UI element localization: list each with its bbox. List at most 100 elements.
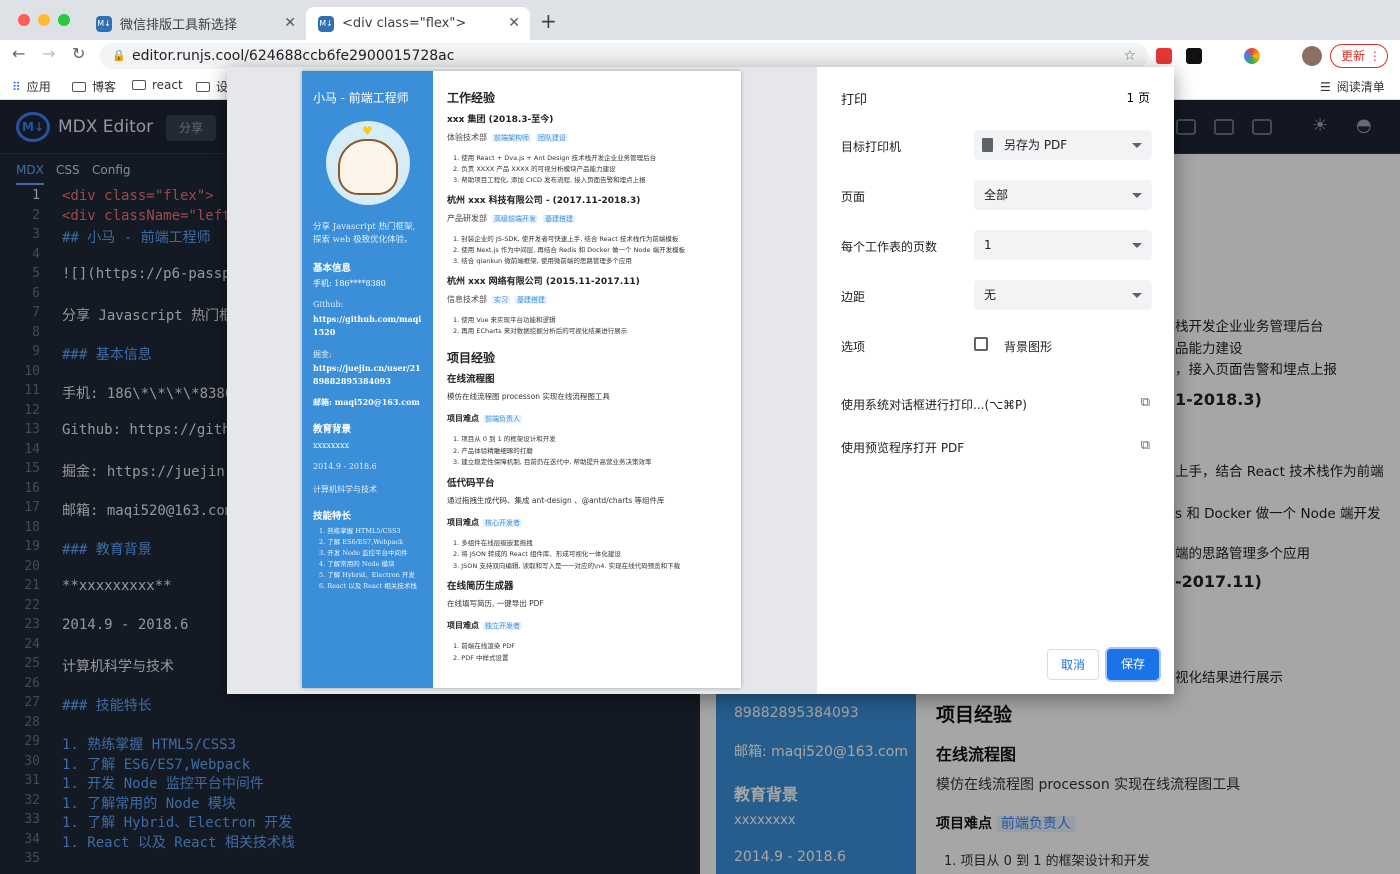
proj-name: 低代码平台: [447, 477, 495, 489]
avatar[interactable]: [1302, 46, 1322, 66]
select-value: 另存为 PDF: [1004, 138, 1068, 152]
email: 邮箱: maqi520@163.com: [313, 397, 420, 407]
skill-item: 6. React 以及 React 相关技术栈: [319, 582, 417, 590]
skill-item: 3. 开发 Node 监控平台中间件: [319, 549, 408, 557]
destination-select[interactable]: 另存为 PDF: [974, 130, 1152, 160]
reading-list[interactable]: ☰ 阅读清单: [1320, 78, 1385, 95]
resume-name: 小马 - 前端工程师: [313, 91, 409, 105]
proj-diff-row: 项目难点 前端负责人: [447, 413, 522, 424]
address-bar[interactable]: 🔒 editor.runjs.cool/624688ccb6fe29000157…: [100, 43, 1148, 69]
page-count: 1 页: [1126, 91, 1150, 105]
job-tag: 实习: [492, 296, 510, 304]
select-value: 全部: [984, 188, 1009, 202]
lock-icon: 🔒: [112, 49, 126, 62]
new-tab-button[interactable]: +: [540, 9, 557, 33]
bookmark-settings[interactable]: 设: [196, 78, 228, 95]
print-preview-pane: 小马 - 前端工程师 ♥ 分享 Javascript 热门框架, 探索 web …: [227, 67, 817, 694]
bookmark-label: 博客: [92, 80, 117, 94]
print-title: 打印: [841, 93, 868, 108]
skill-item: 1. 熟练掌握 HTML5/CSS3: [319, 527, 401, 535]
browser-tab-2[interactable]: M↓ <div class="flex"> ✕: [306, 7, 530, 40]
tab-bar: M↓ 微信排版工具新选择 ✕ M↓ <div class="flex"> ✕ +: [0, 0, 1400, 40]
tab-title: 微信排版工具新选择: [120, 18, 238, 33]
extension-icon[interactable]: [1186, 48, 1202, 64]
bookmark-react[interactable]: react: [132, 78, 183, 92]
bookmark-label: react: [152, 78, 183, 92]
bookmark-blog[interactable]: 博客: [72, 78, 116, 95]
bookmark-apps[interactable]: ⠿ 应用: [12, 78, 51, 95]
diff-label: 项目难点: [447, 414, 479, 423]
proj-item: 1. 多组件在线层级嵌套拖拽: [453, 538, 533, 547]
proj-item: 2. PDF 中样式设置: [453, 653, 509, 662]
cancel-button[interactable]: 取消: [1047, 649, 1099, 680]
zoom-window-button[interactable]: [58, 14, 70, 26]
folder-icon: [72, 81, 86, 92]
chrome-extension-icon[interactable]: [1244, 48, 1260, 64]
setting-label: 边距: [841, 290, 866, 304]
proj-desc: 在线填写简历, 一键导出 PDF: [447, 599, 544, 608]
job-company: 杭州 xxx 网络有限公司 (2015.11-2017.11): [447, 277, 640, 287]
select-value: 1: [984, 238, 992, 252]
select-value: 无: [984, 288, 997, 302]
job-dept-row: 信息技术部 实习 基建搭建: [447, 294, 547, 305]
minimize-window-button[interactable]: [38, 14, 50, 26]
file-icon: [982, 138, 993, 152]
options-label: 选项: [841, 340, 866, 354]
setting-label: 目标打印机: [841, 140, 902, 154]
reading-list-icon: ☰: [1320, 79, 1331, 94]
pages-per-sheet-select[interactable]: 1: [974, 230, 1152, 260]
forward-icon[interactable]: →: [42, 44, 55, 63]
proj-diff-row: 项目难点 独立开发者: [447, 620, 522, 631]
job-item: 1. 使用 Vue 来实现平台功能和逻辑: [453, 316, 556, 324]
job-item: 3. 结合 qiankun 微前端框架, 使用微前端的思路管理多个应用: [453, 257, 632, 265]
job-item: 1. 使用 React + Dva.js + Ant Design 技术栈开发企…: [453, 154, 657, 162]
proj-heading: 项目经验: [447, 351, 496, 365]
close-icon[interactable]: ✕: [284, 15, 296, 31]
bookmark-label: 应用: [26, 80, 51, 94]
job-tag: 高级前端开发: [492, 215, 538, 223]
update-button[interactable]: 更新 ⋮: [1330, 44, 1388, 68]
reload-icon[interactable]: ↻: [72, 44, 85, 63]
github-label: Github:: [313, 300, 344, 309]
open-preview-link[interactable]: 使用预览程序打开 PDF: [841, 439, 964, 456]
chevron-down-icon: [1132, 143, 1142, 148]
browser-tab-1[interactable]: M↓ 微信排版工具新选择 ✕: [84, 7, 306, 40]
mdx-favicon-icon: M↓: [96, 15, 112, 32]
job-dept-row: 产品研发部 高级前端开发 基建搭建: [447, 213, 575, 224]
job-tag: 前端架构师: [492, 134, 531, 142]
close-icon[interactable]: ✕: [508, 15, 520, 31]
print-preview-page: 小马 - 前端工程师 ♥ 分享 Javascript 热门框架, 探索 web …: [302, 71, 741, 688]
background-graphics-checkbox[interactable]: [974, 337, 988, 351]
phone: 手机: 186****8380: [313, 279, 386, 288]
job-item: 2. 负责 XXXX 产品 XXXX 的可视分析模块产品能力建设: [453, 165, 616, 173]
external-link-icon[interactable]: ⧉: [1141, 395, 1150, 410]
github-link: https://github.com/maqi1520: [313, 314, 422, 337]
extension-icon[interactable]: [1156, 48, 1172, 64]
external-link-icon[interactable]: ⧉: [1141, 438, 1150, 453]
star-icon[interactable]: ☆: [1123, 43, 1136, 69]
chevron-down-icon: [1132, 193, 1142, 198]
print-dialog: 小马 - 前端工程师 ♥ 分享 Javascript 热门框架, 探索 web …: [227, 67, 1174, 694]
resume-sidebar: 小马 - 前端工程师 ♥ 分享 Javascript 热门框架, 探索 web …: [302, 71, 433, 688]
job-company: 杭州 xxx 科技有限公司 - (2017.11-2018.3): [447, 196, 641, 206]
back-icon[interactable]: ←: [12, 44, 25, 63]
save-button[interactable]: 保存: [1107, 649, 1159, 680]
mdx-favicon-icon: M↓: [318, 15, 334, 32]
close-window-button[interactable]: [18, 14, 30, 26]
chevron-down-icon: [1132, 243, 1142, 248]
proj-item: 3. JSON 支持双向编辑, 读取和写入是一一对应的\n4. 实现在线代码预览…: [453, 561, 681, 570]
job-item: 2. 使用 Next.js 作为中间层, 再结合 Redis 和 Docker …: [453, 246, 686, 254]
job-item: 3. 帮助项目工程化, 添加 CICD 发布流程, 接入页面告警和埋点上报: [453, 176, 646, 184]
proj-item: 1. 前端在线渲染 PDF: [453, 642, 515, 650]
pages-select[interactable]: 全部: [974, 180, 1152, 210]
system-dialog-link[interactable]: 使用系统对话框进行打印...(⌥⌘P): [841, 396, 1027, 413]
job-dept: 产品研发部: [447, 214, 487, 223]
proj-item: 3. 建立稳定性保障机制, 目前仍在迭代中, 帮助提升高营业务决策效率: [453, 458, 652, 466]
job-dept: 信息技术部: [447, 295, 487, 304]
margins-select[interactable]: 无: [974, 280, 1152, 310]
proj-name: 在线流程图: [447, 374, 495, 385]
proj-diff-row: 项目难点 核心开发者: [447, 517, 522, 528]
job-dept-row: 体验技术部 前端架构师 团队建设: [447, 132, 568, 143]
school: xxxxxxxx: [313, 441, 350, 450]
proj-tag: 前端负责人: [483, 415, 522, 423]
